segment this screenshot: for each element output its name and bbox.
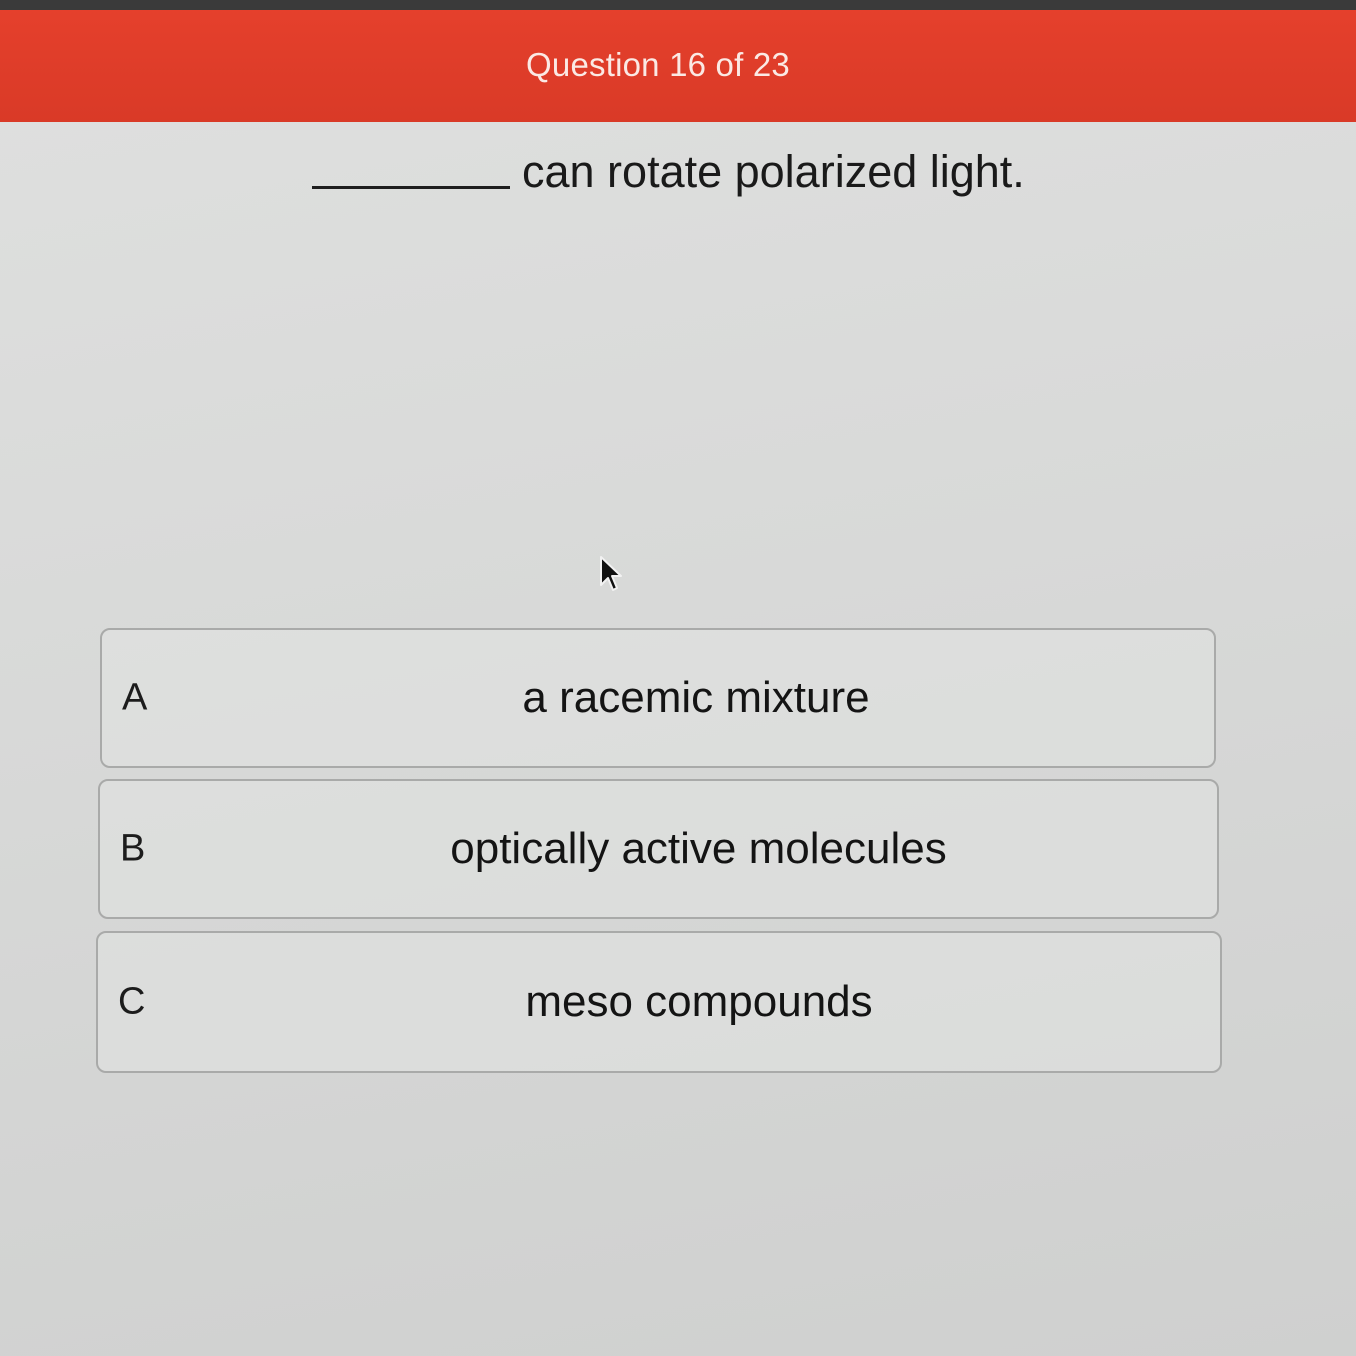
question-prompt: can rotate polarized light.: [312, 146, 1025, 202]
monitor-bezel: [0, 0, 1356, 10]
question-text: can rotate polarized light.: [522, 146, 1025, 197]
option-text: optically active molecules: [450, 824, 947, 873]
answer-option-b[interactable]: B optically active molecules: [98, 779, 1219, 919]
quiz-screen: Question 16 of 23 can rotate polarized l…: [0, 0, 1356, 1356]
quiz-header: Question 16 of 23: [0, 10, 1356, 122]
option-text: a racemic mixture: [522, 673, 870, 722]
option-text: meso compounds: [525, 977, 873, 1026]
mouse-pointer-icon: [600, 556, 622, 591]
question-counter: Question 16 of 23: [526, 46, 790, 83]
answer-option-c[interactable]: C meso compounds: [96, 931, 1222, 1073]
answer-option-a[interactable]: A a racemic mixture: [100, 628, 1216, 768]
fill-in-blank: [312, 146, 510, 189]
